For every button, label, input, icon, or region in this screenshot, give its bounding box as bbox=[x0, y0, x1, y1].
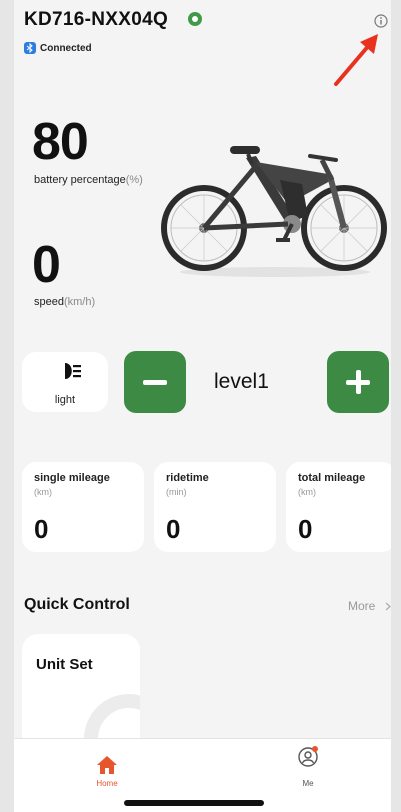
assist-level: level1 bbox=[214, 370, 269, 393]
speed-unit: (km/h) bbox=[63, 296, 96, 308]
stat-card-single-mileage: single mileage (km) 0 bbox=[22, 462, 144, 552]
stat-title: ridetime bbox=[166, 472, 209, 484]
quick-control-title: Quick Control bbox=[24, 596, 130, 613]
home-icon[interactable] bbox=[96, 755, 118, 775]
headlight-icon bbox=[65, 363, 81, 379]
status-dot-icon bbox=[188, 12, 202, 26]
info-icon[interactable] bbox=[374, 14, 388, 28]
battery-label-text: battery percentage bbox=[34, 174, 126, 186]
battery-label: battery percentage(%) bbox=[34, 174, 154, 187]
stat-unit: (min) bbox=[166, 487, 187, 497]
speed-label: speed(km/h) bbox=[34, 296, 95, 308]
level-down-button[interactable] bbox=[124, 351, 186, 413]
stat-title: single mileage bbox=[34, 472, 110, 484]
light-label: light bbox=[54, 394, 76, 406]
stat-value: 0 bbox=[34, 514, 49, 544]
bluetooth-icon bbox=[24, 42, 36, 54]
unit-set-decoration bbox=[84, 694, 140, 744]
tab-me[interactable]: Me bbox=[293, 779, 323, 788]
device-frame-left bbox=[0, 0, 14, 812]
stat-value: 0 bbox=[166, 514, 181, 544]
battery-value: 80 bbox=[32, 113, 89, 171]
annotation-arrow bbox=[334, 34, 378, 86]
level-up-button[interactable] bbox=[327, 351, 389, 413]
tab-home[interactable]: Home bbox=[92, 779, 122, 788]
device-frame-right bbox=[391, 0, 401, 812]
ebike-image bbox=[161, 146, 387, 277]
connection-status: Connected bbox=[40, 43, 92, 54]
unit-set-title: Unit Set bbox=[36, 656, 93, 673]
stat-unit: (km) bbox=[298, 487, 316, 497]
stat-title: total mileage bbox=[298, 472, 366, 484]
stat-value: 0 bbox=[298, 514, 313, 544]
stat-card-ridetime: ridetime (min) 0 bbox=[154, 462, 276, 552]
unit-set-card[interactable]: Unit Set bbox=[22, 634, 140, 744]
user-icon[interactable] bbox=[297, 745, 319, 767]
speed-value: 0 bbox=[32, 236, 61, 294]
stat-card-total-mileage: total mileage (km) 0 bbox=[286, 462, 391, 552]
stat-unit: (km) bbox=[34, 487, 52, 497]
device-name: KD716-NXX04Q bbox=[24, 9, 169, 30]
chevron-right-icon[interactable] bbox=[385, 602, 391, 611]
minus-icon bbox=[143, 380, 167, 385]
speed-label-text: speed bbox=[34, 296, 64, 308]
battery-unit: (%) bbox=[125, 174, 143, 186]
app-screen: KD716-NXX04Q Connected 80 battery percen… bbox=[14, 0, 391, 812]
home-indicator bbox=[124, 800, 264, 806]
light-toggle[interactable]: light bbox=[22, 352, 108, 412]
more-link[interactable]: More bbox=[348, 599, 375, 613]
